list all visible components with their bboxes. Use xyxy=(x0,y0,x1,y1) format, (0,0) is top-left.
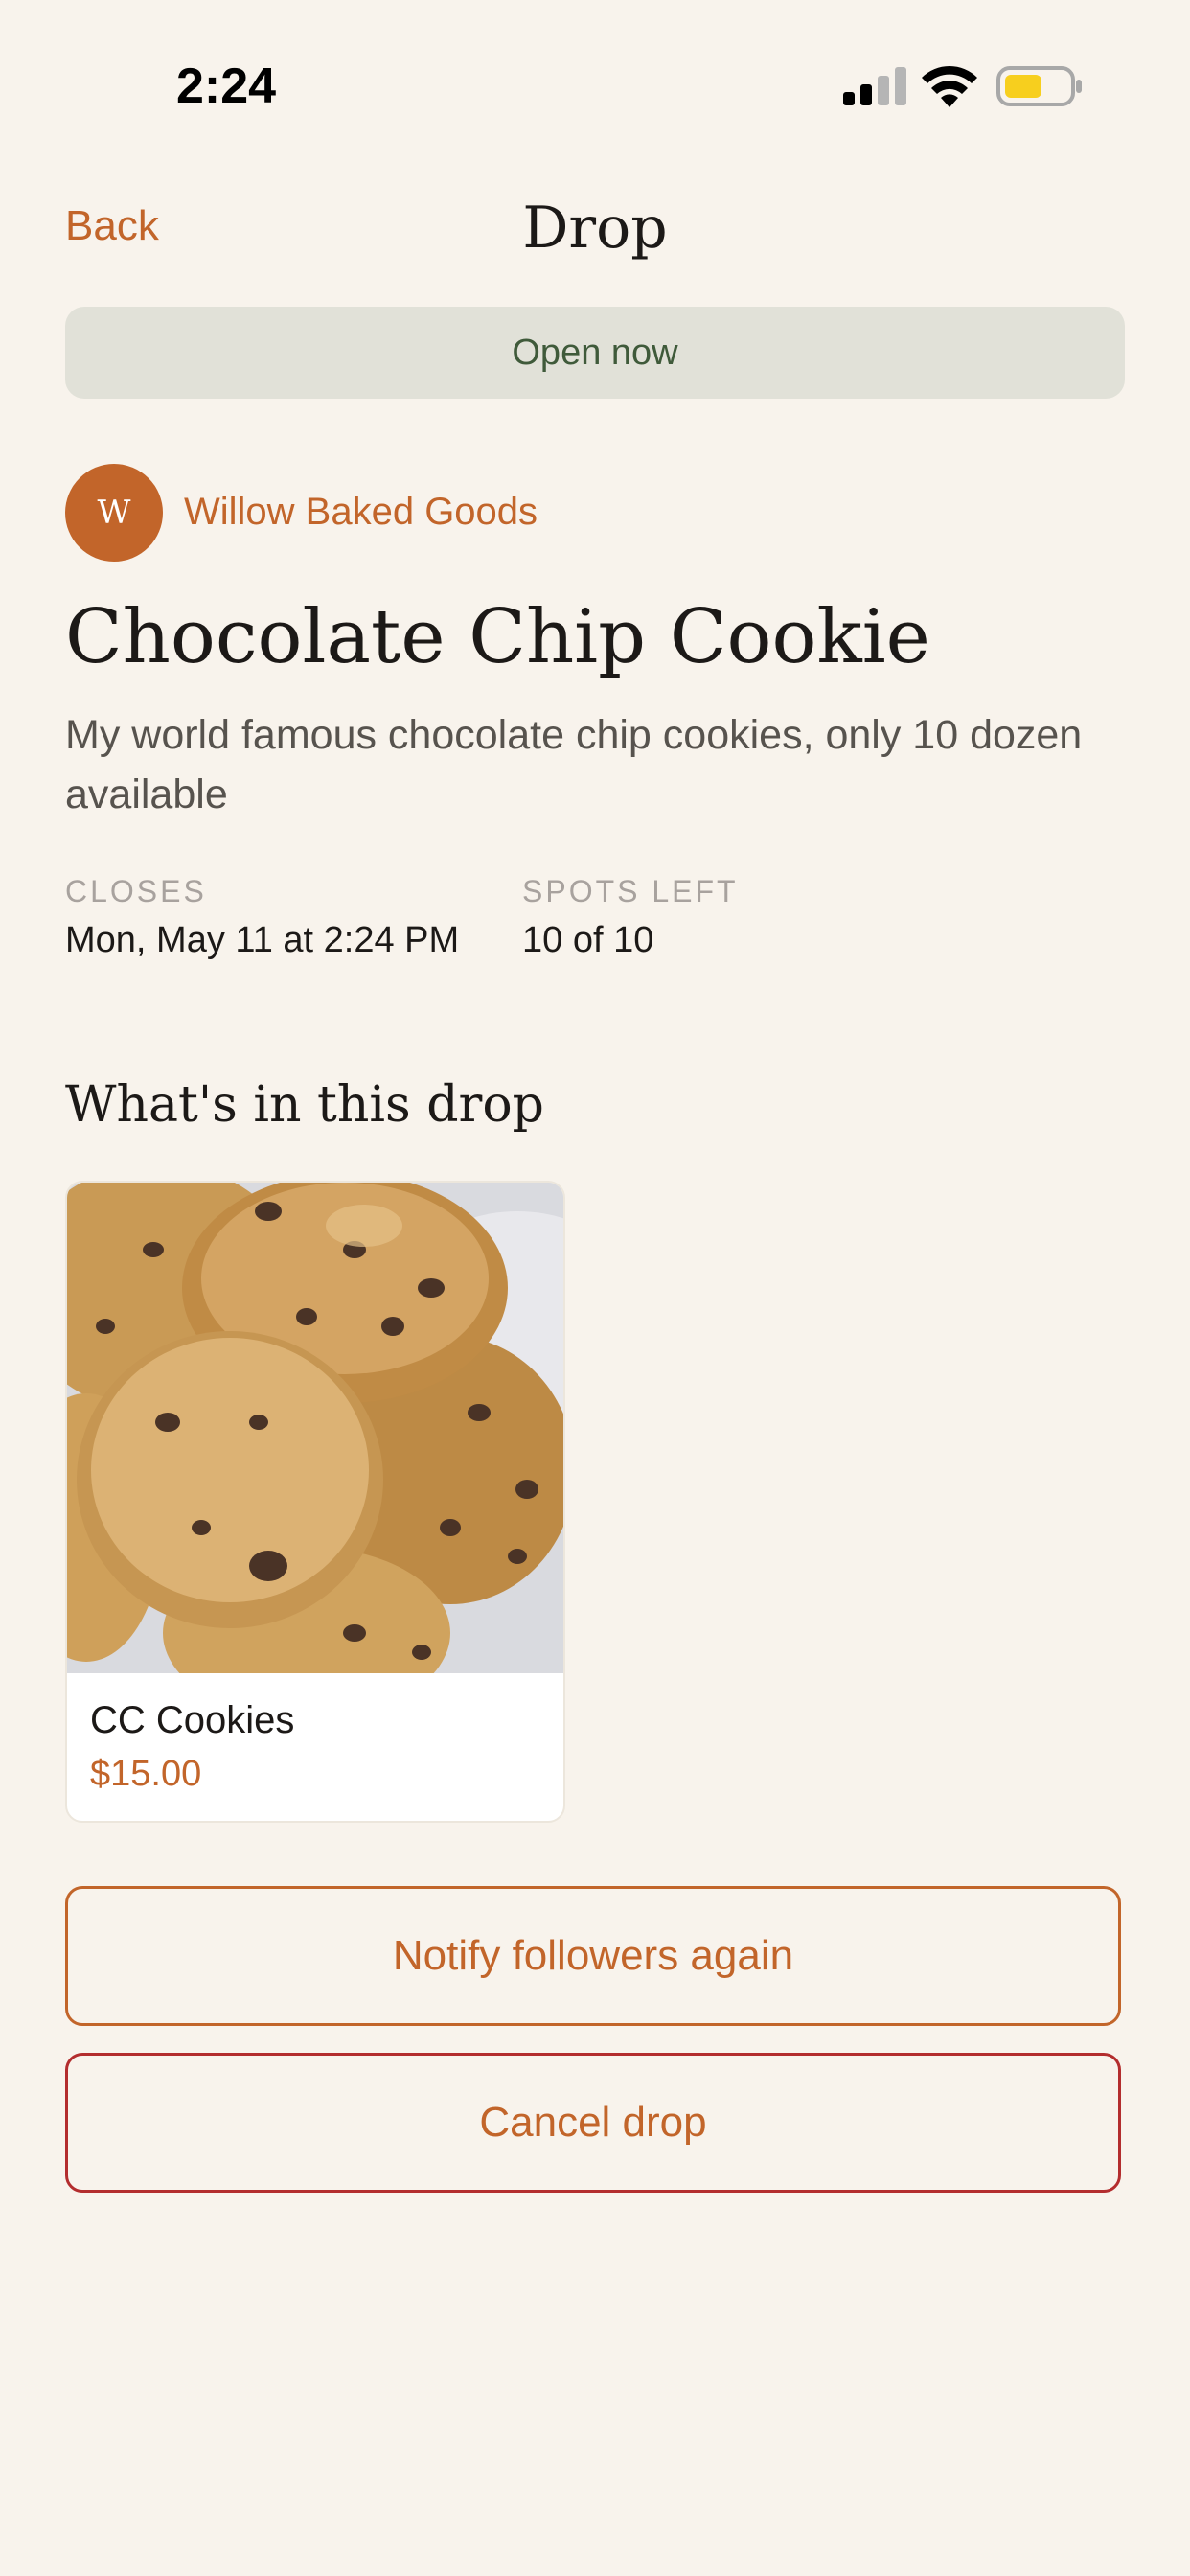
item-price: $15.00 xyxy=(90,1754,202,1794)
battery-icon xyxy=(996,66,1082,106)
avatar[interactable]: W xyxy=(65,464,163,562)
spots-left-label: SPOTS LEFT xyxy=(522,874,739,908)
item-name: CC Cookies xyxy=(90,1699,295,1741)
avatar-initial: W xyxy=(97,494,131,532)
status-time: 2:24 xyxy=(176,58,277,114)
cookie-photo-icon xyxy=(67,1183,563,1673)
spots-left-value: 10 of 10 xyxy=(522,920,654,960)
baker-name-link[interactable]: Willow Baked Goods xyxy=(184,487,538,537)
status-badge-label: Open now xyxy=(512,332,678,373)
product-description: My world famous chocolate chip cookies, … xyxy=(65,712,1083,817)
section-title: What's in this drop xyxy=(65,1076,544,1134)
closes-label: CLOSES xyxy=(65,874,207,908)
product-card[interactable]: CC Cookies $15.00 xyxy=(65,1181,565,1823)
product-image xyxy=(67,1183,563,1673)
product-title: Chocolate Chip Cookie xyxy=(65,594,930,680)
closes-value: Mon, May 11 at 2:24 PM xyxy=(65,920,460,960)
page-title: Drop xyxy=(522,195,668,262)
cancel-drop-label: Cancel drop xyxy=(479,2099,707,2146)
notify-followers-label: Notify followers again xyxy=(392,1932,794,1979)
wifi-icon xyxy=(922,65,977,107)
notify-followers-button[interactable]: Notify followers again xyxy=(65,1886,1121,2026)
signal-icon xyxy=(843,67,906,105)
cancel-drop-button[interactable]: Cancel drop xyxy=(65,2053,1121,2193)
status-badge: Open now xyxy=(65,307,1125,399)
